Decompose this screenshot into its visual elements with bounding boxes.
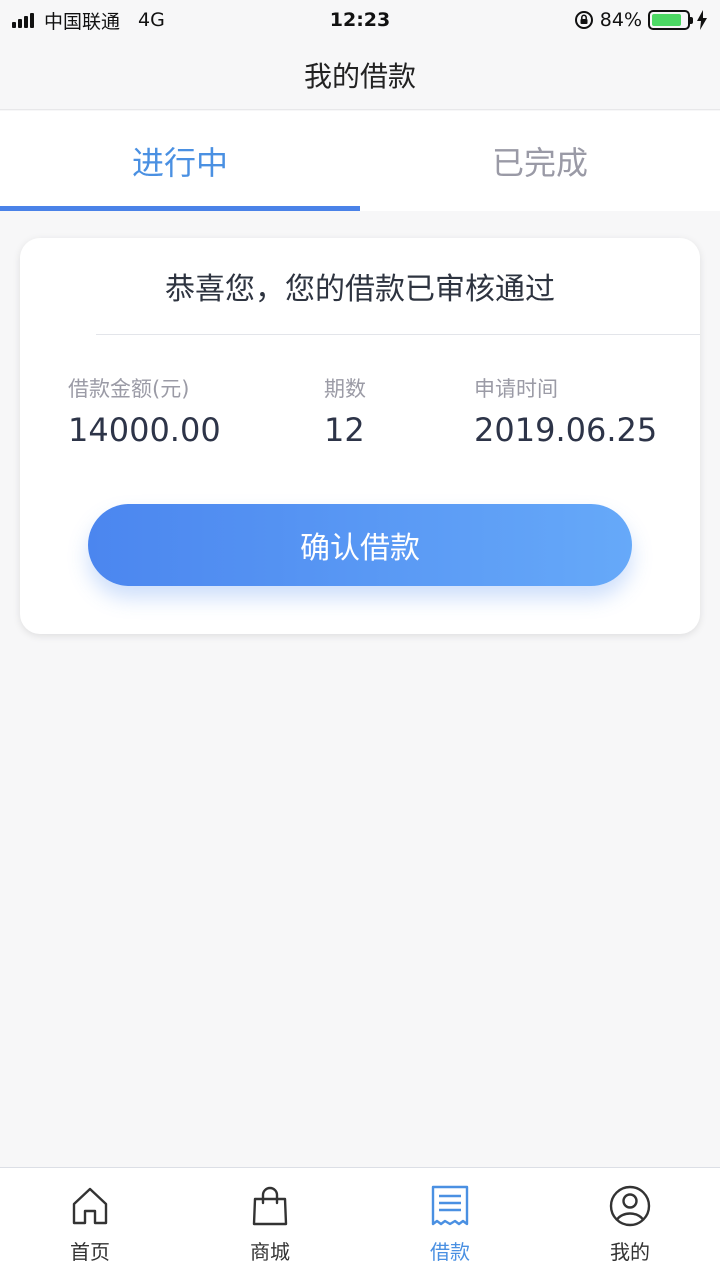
receipt-icon	[431, 1185, 469, 1226]
page-title: 我的借款	[303, 59, 416, 93]
signal-icon	[12, 12, 34, 28]
network-type: 4G	[138, 9, 165, 31]
nav-bar: 我的借款	[0, 40, 720, 110]
battery-fill	[652, 14, 681, 26]
bottom-tab-loan[interactable]: 借款	[360, 1168, 540, 1280]
status-tabs: 进行中 已完成	[0, 111, 720, 211]
amount-block: 借款金额(元) 14000.00	[68, 373, 221, 449]
bottom-tab-label: 借款	[430, 1240, 470, 1264]
status-right: 84%	[574, 9, 708, 31]
bottom-tab-label: 商城	[250, 1240, 290, 1264]
loan-card: 恭喜您，您的借款已审核通过 借款金额(元) 14000.00 期数 12 申请时…	[20, 238, 700, 634]
period-label: 期数	[324, 377, 366, 401]
carrier-name: 中国联通	[44, 10, 121, 33]
bottom-tab-home[interactable]: 首页	[0, 1168, 180, 1280]
charging-bolt-icon	[697, 10, 707, 30]
loan-info-row: 借款金额(元) 14000.00 期数 12 申请时间 2019.06.25	[20, 335, 700, 495]
date-label: 申请时间	[474, 377, 558, 401]
tab-in-progress[interactable]: 进行中	[0, 111, 360, 211]
battery-icon	[648, 10, 693, 30]
bottom-tab-mall[interactable]: 商城	[180, 1168, 360, 1280]
status-left: 中国联通 4G	[12, 7, 165, 34]
period-value: 12	[324, 411, 365, 449]
bottom-tab-mine[interactable]: 我的	[540, 1168, 720, 1280]
amount-value: 14000.00	[68, 411, 221, 449]
approval-message: 恭喜您，您的借款已审核通过	[165, 272, 555, 307]
date-block: 申请时间 2019.06.25	[474, 373, 657, 449]
rotation-lock-icon	[574, 11, 593, 29]
bottom-tab-label: 我的	[610, 1240, 650, 1264]
confirm-loan-button[interactable]: 确认借款	[88, 504, 632, 586]
bottom-tab-label: 首页	[70, 1240, 110, 1264]
user-icon	[609, 1185, 651, 1227]
battery-percent: 84%	[599, 9, 642, 31]
tab-completed[interactable]: 已完成	[360, 111, 720, 211]
period-block: 期数 12	[324, 373, 366, 449]
date-value: 2019.06.25	[474, 411, 658, 449]
shopping-bag-icon	[252, 1186, 288, 1226]
status-bar: 中国联通 4G 12:23 84%	[0, 0, 720, 40]
home-icon	[72, 1187, 108, 1225]
bottom-tab-bar: 首页 商城 借款 我的	[0, 1167, 720, 1280]
amount-label: 借款金额(元)	[68, 377, 190, 401]
